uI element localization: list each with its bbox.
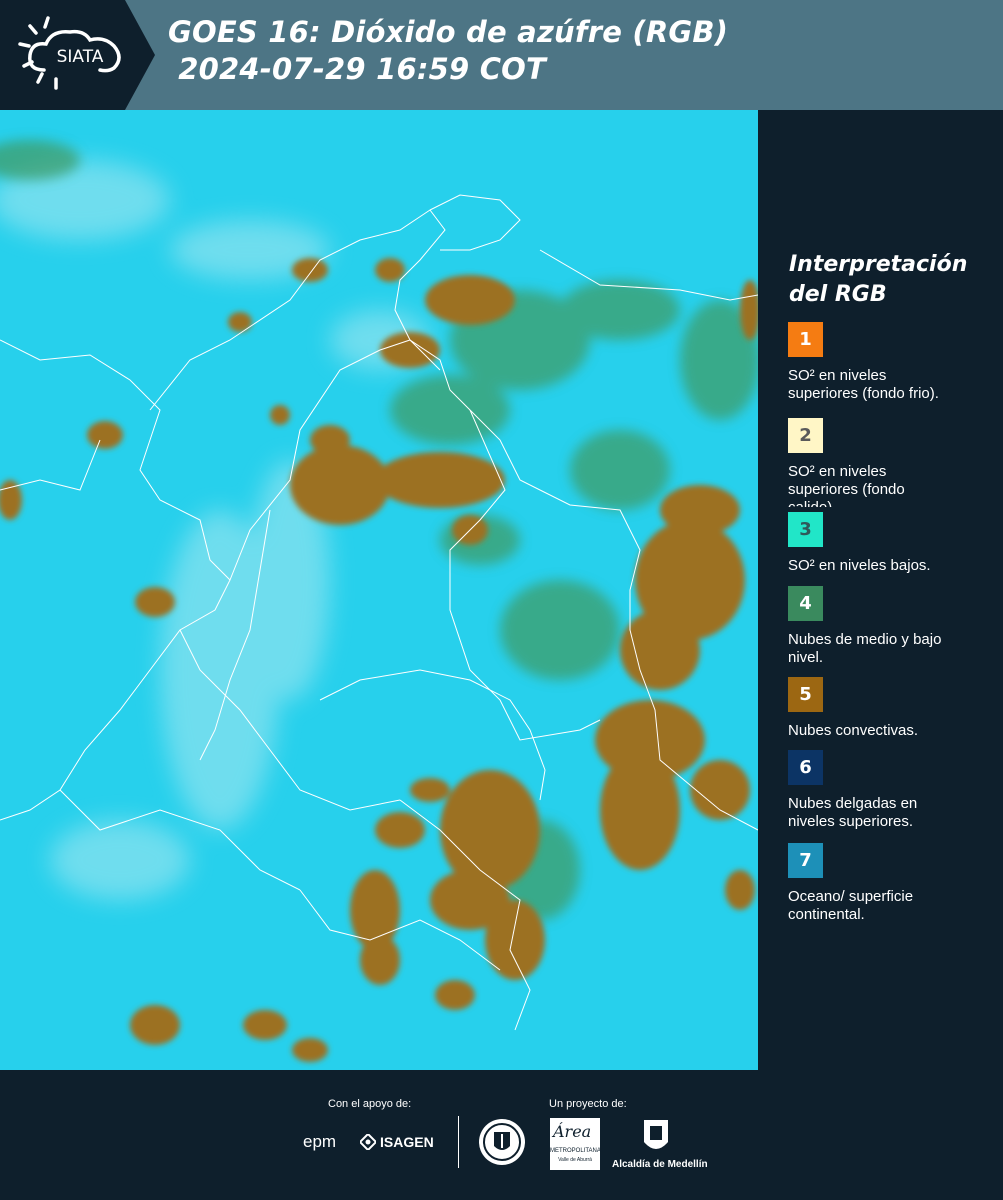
legend-label-5: Nubes convectivas. [788, 722, 919, 739]
legend-swatch-6: 6 [788, 750, 823, 785]
isagen-icon [358, 1132, 378, 1152]
alcaldia-label: Alcaldía de Medellín [612, 1159, 708, 1170]
siata-logo-graphic: SIATA [0, 0, 155, 110]
legend-number-4: 4 [799, 593, 812, 614]
legend-item-3: 3 SO² en niveles bajos. [788, 512, 993, 575]
legend-number-5: 5 [799, 684, 812, 705]
legend-label-2: SO² en niveles superiores (fondo calido)… [788, 463, 905, 507]
alcaldia-shield-icon [642, 1118, 670, 1156]
satellite-map [0, 110, 758, 1070]
legend-title: Interpretación del RGB [789, 250, 967, 310]
legend-swatch-5: 5 [788, 677, 823, 712]
legend-number-1: 1 [799, 329, 812, 350]
area-logo-script: Área [553, 1122, 592, 1141]
header-bar: SIATA GOES 16: Dióxido de azúfre (RGB) 2… [0, 0, 1003, 110]
area-metropolitana-logo: Área METROPOLITANA Valle de Aburrá [550, 1118, 601, 1170]
footer: Con el apoyo de: Un proyecto de: epm ISA… [0, 1070, 1003, 1200]
legend-number-2: 2 [799, 425, 812, 446]
logo-text: SIATA [57, 47, 104, 67]
footer-divider [458, 1116, 459, 1168]
page-title: GOES 16: Dióxido de azúfre (RGB) 2024-07… [168, 14, 728, 88]
legend-swatch-3: 3 [788, 512, 823, 547]
legend-label-1: SO² en niveles superiores (fondo frio). [788, 367, 939, 402]
legend-number-7: 7 [799, 850, 812, 871]
legend-swatch-7: 7 [788, 843, 823, 878]
legend-item-6: 6 Nubes delgadas en niveles superiores. [788, 750, 993, 831]
legend-swatch-2: 2 [788, 418, 823, 453]
legend-item-4: 4 Nubes de medio y bajo nivel. [788, 586, 993, 667]
legend-swatch-1: 1 [788, 322, 823, 357]
legend-item-7: 7 Oceano/ superficie continental. [788, 843, 993, 924]
medellin-seal-icon [478, 1118, 526, 1166]
project-label: Un proyecto de: [549, 1098, 627, 1110]
title-line-1: GOES 16: Dióxido de azúfre (RGB) [168, 15, 729, 49]
legend-label-7: Oceano/ superficie continental. [788, 888, 914, 923]
area-logo-metropolitana: METROPOLITANA [550, 1148, 601, 1154]
legend-title-line-1: Interpretación [789, 252, 968, 277]
satellite-image [0, 110, 758, 1070]
legend-number-6: 6 [799, 757, 812, 778]
legend-item-1: 1 SO² en niveles superiores (fondo frio)… [788, 322, 993, 403]
legend-swatch-4: 4 [788, 586, 823, 621]
legend-label-6: Nubes delgadas en niveles superiores. [788, 795, 918, 830]
siata-logo: SIATA [0, 0, 155, 110]
title-line-2: 2024-07-29 16:59 COT [168, 52, 547, 86]
legend-item-2: 2 SO² en niveles superiores (fondo calid… [788, 418, 993, 507]
legend-panel: Interpretación del RGB 1 SO² en niveles … [760, 110, 1003, 1070]
isagen-logo: ISAGEN [380, 1134, 434, 1150]
legend-title-line-2: del RGB [789, 282, 887, 307]
legend-number-3: 3 [799, 519, 812, 540]
epm-logo: epm [303, 1132, 337, 1151]
support-label: Con el apoyo de: [328, 1098, 412, 1110]
legend-item-5: 5 Nubes convectivas. [788, 677, 993, 740]
legend-label-4: Nubes de medio y bajo nivel. [788, 631, 942, 666]
area-logo-valle: Valle de Aburrá [558, 1157, 592, 1163]
legend-label-3: SO² en niveles bajos. [788, 557, 931, 574]
